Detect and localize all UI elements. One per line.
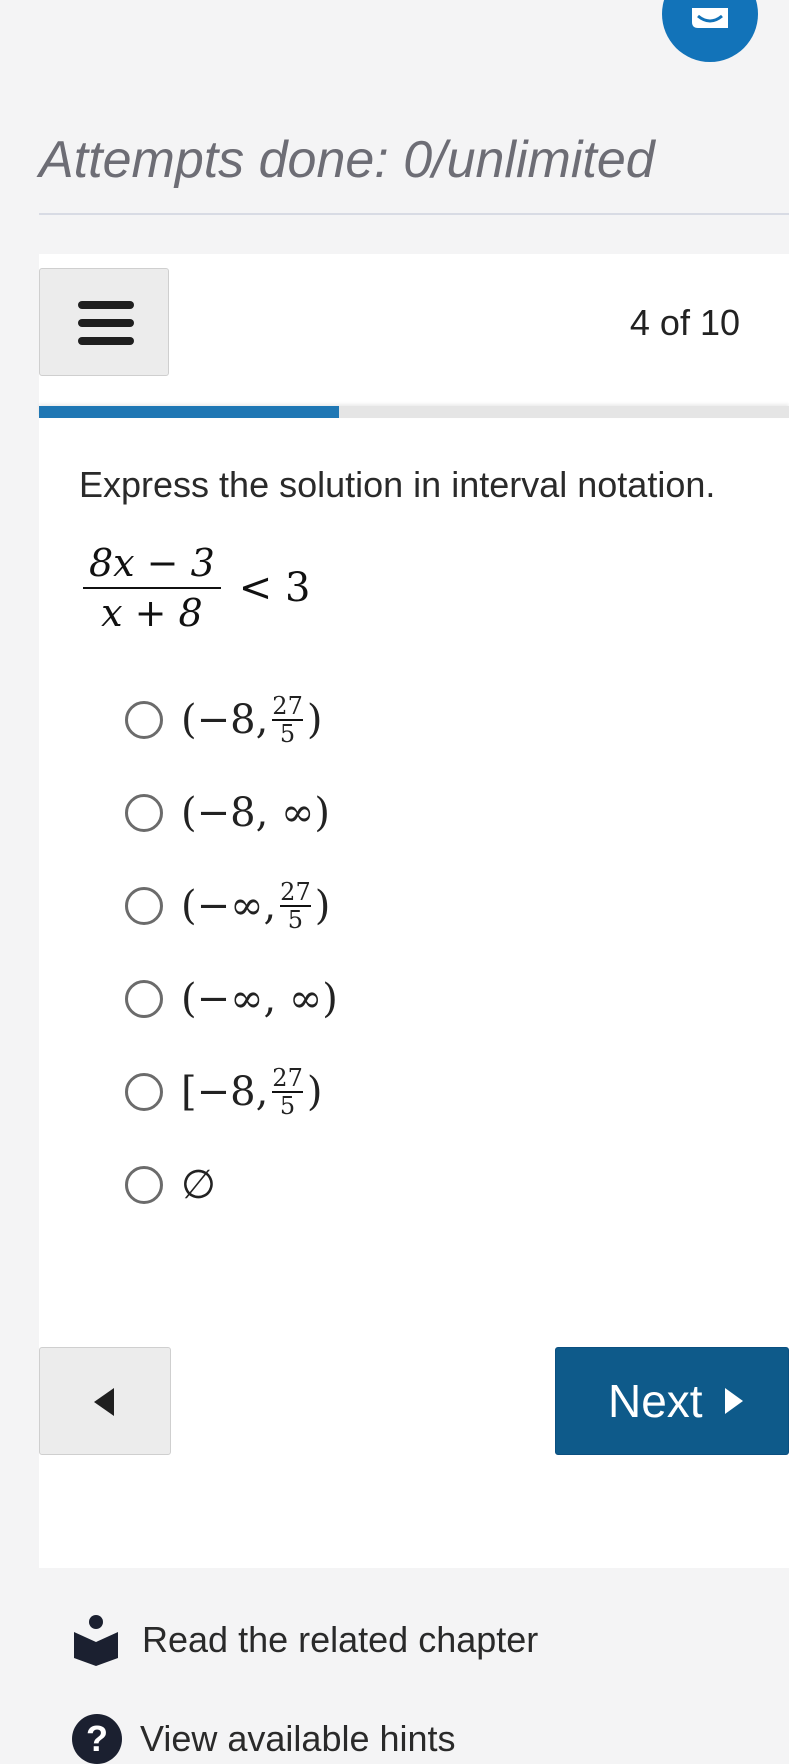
view-hints-link[interactable]: ? View available hints <box>72 1714 456 1764</box>
comma: , <box>263 883 277 929</box>
fraction-denominator: x + 8 <box>101 591 203 635</box>
answer-option-3[interactable]: ( −∞, 27 5 ) <box>125 876 330 936</box>
comma: , <box>263 976 289 1022</box>
option-left: −8 <box>196 790 256 836</box>
fraction-denominator: 5 <box>287 906 304 934</box>
option-open: ( <box>181 697 197 743</box>
hamburger-icon-line <box>78 319 134 327</box>
fraction-numerator: 27 <box>272 1064 303 1092</box>
previous-button[interactable] <box>39 1347 171 1455</box>
option-open: ( <box>181 883 197 929</box>
inequality-fraction: 8x − 3 x + 8 <box>83 539 221 637</box>
option-right: ∞ <box>288 976 323 1022</box>
related-chapter-label: Read the related chapter <box>142 1619 539 1660</box>
option-left: −8 <box>196 1069 256 1115</box>
option-open: [ <box>181 1069 197 1115</box>
attempts-status: Attempts done: 0/unlimited <box>39 131 655 189</box>
option-close: ) <box>322 976 338 1022</box>
hamburger-icon <box>78 301 134 309</box>
hamburger-icon-line <box>78 337 134 345</box>
question-prompt: Express the solution in interval notatio… <box>79 464 716 505</box>
book-icon <box>74 1615 118 1666</box>
arrow-right-icon <box>724 1388 743 1414</box>
answer-option-4[interactable]: ( −∞, ∞ ) <box>125 969 338 1029</box>
progress-bar <box>39 406 789 418</box>
related-chapter-link[interactable]: Read the related chapter <box>72 1614 538 1666</box>
fraction-denominator: 5 <box>279 1092 296 1120</box>
comma: , <box>255 790 282 836</box>
option-close: ) <box>306 1069 323 1115</box>
fraction-numerator: 8x − 3 <box>89 541 215 585</box>
arrow-left-icon <box>94 1388 114 1416</box>
radio-button[interactable] <box>125 887 163 925</box>
quiz-card: 4 of 10 Express the solution in interval… <box>39 254 789 1568</box>
answer-option-2[interactable]: ( −8, ∞ ) <box>125 783 330 843</box>
answer-option-6[interactable]: ∅ <box>125 1155 216 1215</box>
option-left: −∞ <box>196 976 264 1022</box>
option-left: −∞ <box>196 883 264 929</box>
comma: , <box>255 697 269 743</box>
option-close: ) <box>314 883 331 929</box>
option-fraction: 27 5 <box>280 879 311 933</box>
option-fraction: 27 5 <box>272 1065 303 1119</box>
fraction-numerator: 27 <box>272 692 303 720</box>
divider <box>39 213 789 215</box>
help-icon: ? <box>72 1714 122 1764</box>
fraction-denominator: 5 <box>279 720 296 748</box>
answer-option-5[interactable]: [ −8, 27 5 ) <box>125 1062 322 1122</box>
answer-option-1[interactable]: ( −8, 27 5 ) <box>125 690 322 750</box>
comma: , <box>255 1069 269 1115</box>
progress-fill <box>39 406 339 418</box>
chat-fab-button[interactable] <box>662 0 758 62</box>
option-close: ) <box>314 790 330 836</box>
inequality-rhs: < 3 <box>238 565 311 611</box>
option-open: ( <box>181 790 197 836</box>
radio-button[interactable] <box>125 794 163 832</box>
option-right: ∞ <box>281 790 315 836</box>
option-close: ) <box>306 697 323 743</box>
question-counter: 4 of 10 <box>629 302 740 343</box>
view-hints-label: View available hints <box>140 1718 456 1759</box>
next-button[interactable]: Next <box>555 1347 789 1455</box>
radio-button[interactable] <box>125 980 163 1018</box>
radio-button[interactable] <box>125 701 163 739</box>
option-open: ( <box>181 976 197 1022</box>
chat-icon <box>692 8 728 28</box>
option-left: −8 <box>196 697 256 743</box>
fraction-numerator: 27 <box>280 878 311 906</box>
radio-button[interactable] <box>125 1073 163 1111</box>
next-button-label: Next <box>608 1375 703 1427</box>
option-symbol: ∅ <box>181 1162 216 1208</box>
inequality: 8x − 3 x + 8 < 3 <box>83 539 310 637</box>
radio-button[interactable] <box>125 1166 163 1204</box>
option-fraction: 27 5 <box>272 693 303 747</box>
menu-button[interactable] <box>39 268 169 376</box>
